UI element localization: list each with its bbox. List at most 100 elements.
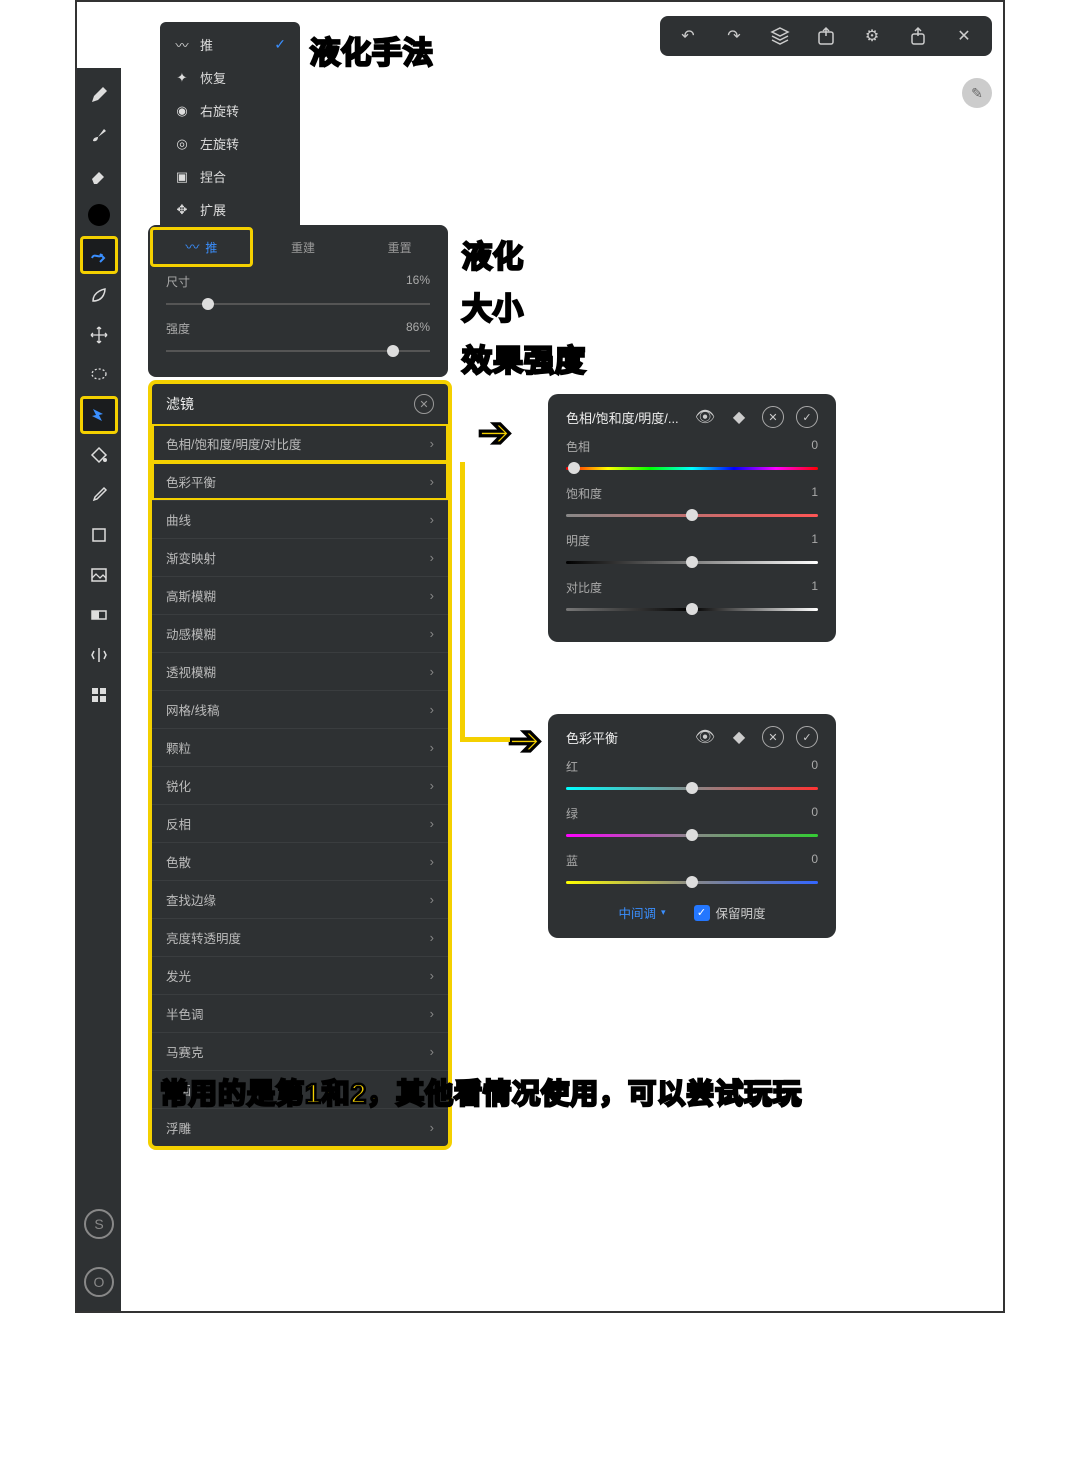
strength-value: 86% — [406, 320, 430, 337]
filter-label: 半色调 — [166, 1004, 204, 1023]
o-button[interactable]: O — [84, 1267, 114, 1297]
chevron-right-icon: › — [430, 550, 434, 565]
filter-item[interactable]: 网格/线稿 › — [152, 690, 448, 728]
filter-item[interactable]: 亮度转透明度› — [152, 918, 448, 956]
fx-tool-icon[interactable] — [80, 396, 118, 434]
filter-item[interactable]: 色散› — [152, 842, 448, 880]
mirror-tool-icon[interactable] — [80, 636, 118, 674]
filter-item[interactable]: 发光› — [152, 956, 448, 994]
filter-item[interactable]: 马赛克› — [152, 1032, 448, 1070]
strength-slider[interactable] — [166, 343, 430, 359]
adj-slider[interactable] — [566, 602, 818, 616]
annotation-strength: 效果强度 — [462, 336, 586, 380]
menu-label: 恢复 — [200, 68, 226, 87]
filter-item[interactable]: 渐变映射› — [152, 538, 448, 576]
filter-item[interactable]: 半色调› — [152, 994, 448, 1032]
filter-label: 查找边缘 — [166, 890, 216, 909]
adj-label: 饱和度 — [566, 485, 602, 502]
filter-item[interactable]: 高斯模糊› — [152, 576, 448, 614]
undo-icon[interactable]: ↶ — [676, 24, 700, 48]
move-tool-icon[interactable] — [80, 316, 118, 354]
tab-rebuild[interactable]: 重建 — [255, 239, 352, 256]
filter-label: 锐化 — [166, 776, 191, 795]
filter-label: 浮雕 — [166, 1118, 191, 1137]
export-icon[interactable] — [814, 24, 838, 48]
color-tool-icon[interactable] — [80, 196, 118, 234]
tab-push[interactable]: 推 — [150, 227, 253, 267]
eye-icon[interactable]: 👁 — [694, 406, 716, 428]
left-toolbar: S O — [77, 68, 121, 1311]
filter-item[interactable]: 色彩平衡› — [152, 462, 448, 500]
chevron-right-icon: › — [430, 702, 434, 717]
chevron-right-icon: › — [430, 512, 434, 527]
image-tool-icon[interactable] — [80, 556, 118, 594]
layers-icon[interactable] — [768, 24, 792, 48]
confirm-icon[interactable]: ✓ — [796, 726, 818, 748]
cancel-icon[interactable]: ✕ — [762, 726, 784, 748]
adj-slider[interactable] — [566, 875, 818, 889]
filter-item[interactable]: 色相/饱和度/明度/对比度› — [152, 424, 448, 462]
chevron-right-icon: › — [430, 778, 434, 793]
filters-close-icon[interactable]: ✕ — [414, 394, 434, 414]
settings-icon[interactable]: ⚙ — [860, 24, 884, 48]
fill-tool-icon[interactable] — [80, 436, 118, 474]
edit-fab-icon[interactable]: ✎ — [962, 78, 992, 108]
annotation-size: 大小 — [462, 284, 524, 328]
pencil-tool-icon[interactable] — [80, 76, 118, 114]
size-slider[interactable] — [166, 296, 430, 312]
check-icon: ✓ — [274, 36, 286, 53]
adj-value: 0 — [811, 438, 818, 455]
filter-item[interactable]: 透视模糊› — [152, 652, 448, 690]
share-icon[interactable] — [906, 24, 930, 48]
adj-slider[interactable] — [566, 828, 818, 842]
filter-item[interactable]: 曲线 › — [152, 500, 448, 538]
adj-slider[interactable] — [566, 555, 818, 569]
filter-item[interactable]: 查找边缘› — [152, 880, 448, 918]
tone-dropdown[interactable]: 中间调▾ — [618, 903, 665, 922]
adj-slider[interactable] — [566, 508, 818, 522]
s-button[interactable]: S — [84, 1209, 114, 1239]
layers-icon[interactable]: ◆ — [728, 726, 750, 748]
redo-icon[interactable]: ↷ — [722, 24, 746, 48]
liquify-method-menu: 〰推✓ ✦恢复 ◉右旋转 ◎左旋转 ▣捏合 ✥扩展 — [160, 22, 300, 232]
adj-label: 蓝 — [566, 852, 578, 869]
filter-item[interactable]: 颗粒› — [152, 728, 448, 766]
eraser-tool-icon[interactable] — [80, 156, 118, 194]
liquify-rotate-right[interactable]: ◉右旋转 — [160, 94, 300, 127]
preserve-lum-checkbox[interactable]: ✓保留明度 — [694, 903, 766, 922]
grid-tool-icon[interactable] — [80, 676, 118, 714]
confirm-icon[interactable]: ✓ — [796, 406, 818, 428]
adj-slider[interactable] — [566, 461, 818, 475]
gradient-tool-icon[interactable] — [80, 596, 118, 634]
eyedropper-tool-icon[interactable] — [80, 476, 118, 514]
brush-tool-icon[interactable] — [80, 116, 118, 154]
filter-label: 网格/线稿 — [166, 700, 219, 719]
tab-reset[interactable]: 重置 — [351, 239, 448, 256]
hsb-panel: 色相/饱和度/明度/... 👁 ◆ ✕ ✓ 色相0饱和度1明度1对比度1 — [548, 394, 836, 642]
eye-icon[interactable]: 👁 — [694, 726, 716, 748]
liquify-expand[interactable]: ✥扩展 — [160, 193, 300, 226]
chevron-right-icon: › — [430, 436, 434, 451]
liquify-tool-icon[interactable] — [80, 236, 118, 274]
adj-value: 1 — [811, 532, 818, 549]
layers-icon[interactable]: ◆ — [728, 406, 750, 428]
adj-value: 0 — [811, 805, 818, 822]
size-value: 16% — [406, 273, 430, 290]
liquify-pinch[interactable]: ▣捏合 — [160, 160, 300, 193]
filter-item[interactable]: 动感模糊› — [152, 614, 448, 652]
liquify-rotate-left[interactable]: ◎左旋转 — [160, 127, 300, 160]
cancel-icon[interactable]: ✕ — [762, 406, 784, 428]
liquify-push[interactable]: 〰推✓ — [160, 28, 300, 61]
liquify-restore[interactable]: ✦恢复 — [160, 61, 300, 94]
leaf-tool-icon[interactable] — [80, 276, 118, 314]
filter-item[interactable]: 反相› — [152, 804, 448, 842]
filter-label: 发光 — [166, 966, 191, 985]
filter-label: 曲线 — [166, 510, 191, 529]
shape-tool-icon[interactable] — [80, 516, 118, 554]
lasso-tool-icon[interactable] — [80, 356, 118, 394]
adj-slider[interactable] — [566, 781, 818, 795]
filter-item[interactable]: 锐化 › — [152, 766, 448, 804]
close-icon[interactable]: ✕ — [952, 24, 976, 48]
rotate-left-icon: ◎ — [174, 136, 190, 152]
filter-item[interactable]: 浮雕› — [152, 1108, 448, 1146]
